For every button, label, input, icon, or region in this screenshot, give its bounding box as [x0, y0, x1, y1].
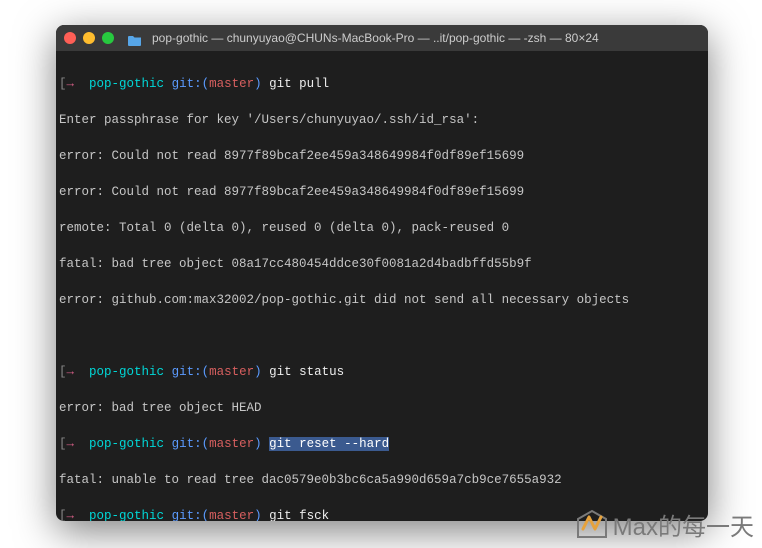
arrow-icon: →: [67, 365, 75, 379]
output-error: error: Could not read 8977f89bcaf2ee459a…: [59, 183, 705, 201]
output-fatal: fatal: bad tree object 08a17cc480454ddce…: [59, 255, 705, 273]
output-fatal: fatal: unable to read tree dac0579e0b3bc…: [59, 471, 705, 489]
cmd-git-status: git status: [269, 365, 344, 379]
terminal-body[interactable]: [→ pop-gothic git:(master) git pull Ente…: [56, 51, 708, 521]
prompt-line: [→ pop-gothic git:(master) git pull: [59, 75, 705, 93]
window-title: pop-gothic — chunyuyao@CHUNs-MacBook-Pro…: [152, 31, 599, 45]
cmd-git-reset-hard: git reset --hard: [269, 437, 389, 451]
watermark: Max的每一天: [575, 507, 754, 542]
output-error: error: bad tree object HEAD: [59, 399, 705, 417]
prompt-dir: pop-gothic: [89, 509, 164, 521]
git-label: git:(: [172, 77, 210, 91]
git-branch: master: [209, 77, 254, 91]
cmd-git-fsck: git fsck: [269, 509, 329, 521]
arrow-icon: →: [67, 437, 75, 451]
folder-icon: [128, 33, 142, 44]
traffic-lights: [64, 32, 114, 44]
close-icon[interactable]: [64, 32, 76, 44]
blank-line: [59, 327, 705, 345]
prompt-line: [→ pop-gothic git:(master) git status: [59, 363, 705, 381]
prompt-dir: pop-gothic: [89, 365, 164, 379]
output-passphrase: Enter passphrase for key '/Users/chunyuy…: [59, 111, 705, 129]
minimize-icon[interactable]: [83, 32, 95, 44]
output-remote: remote: Total 0 (delta 0), reused 0 (del…: [59, 219, 705, 237]
prompt-dir: pop-gothic: [89, 77, 164, 91]
title-bar: pop-gothic — chunyuyao@CHUNs-MacBook-Pro…: [56, 25, 708, 51]
prompt-dir: pop-gothic: [89, 437, 164, 451]
output-error: error: Could not read 8977f89bcaf2ee459a…: [59, 147, 705, 165]
cmd-git-pull: git pull: [269, 77, 329, 91]
arrow-icon: →: [67, 509, 75, 521]
prompt-line: [→ pop-gothic git:(master) git reset --h…: [59, 435, 705, 453]
arrow-icon: →: [67, 77, 75, 91]
terminal-window: pop-gothic — chunyuyao@CHUNs-MacBook-Pro…: [56, 25, 708, 521]
watermark-logo-icon: [575, 509, 609, 541]
maximize-icon[interactable]: [102, 32, 114, 44]
output-error: error: github.com:max32002/pop-gothic.gi…: [59, 291, 705, 309]
watermark-text: Max的每一天: [613, 507, 754, 542]
